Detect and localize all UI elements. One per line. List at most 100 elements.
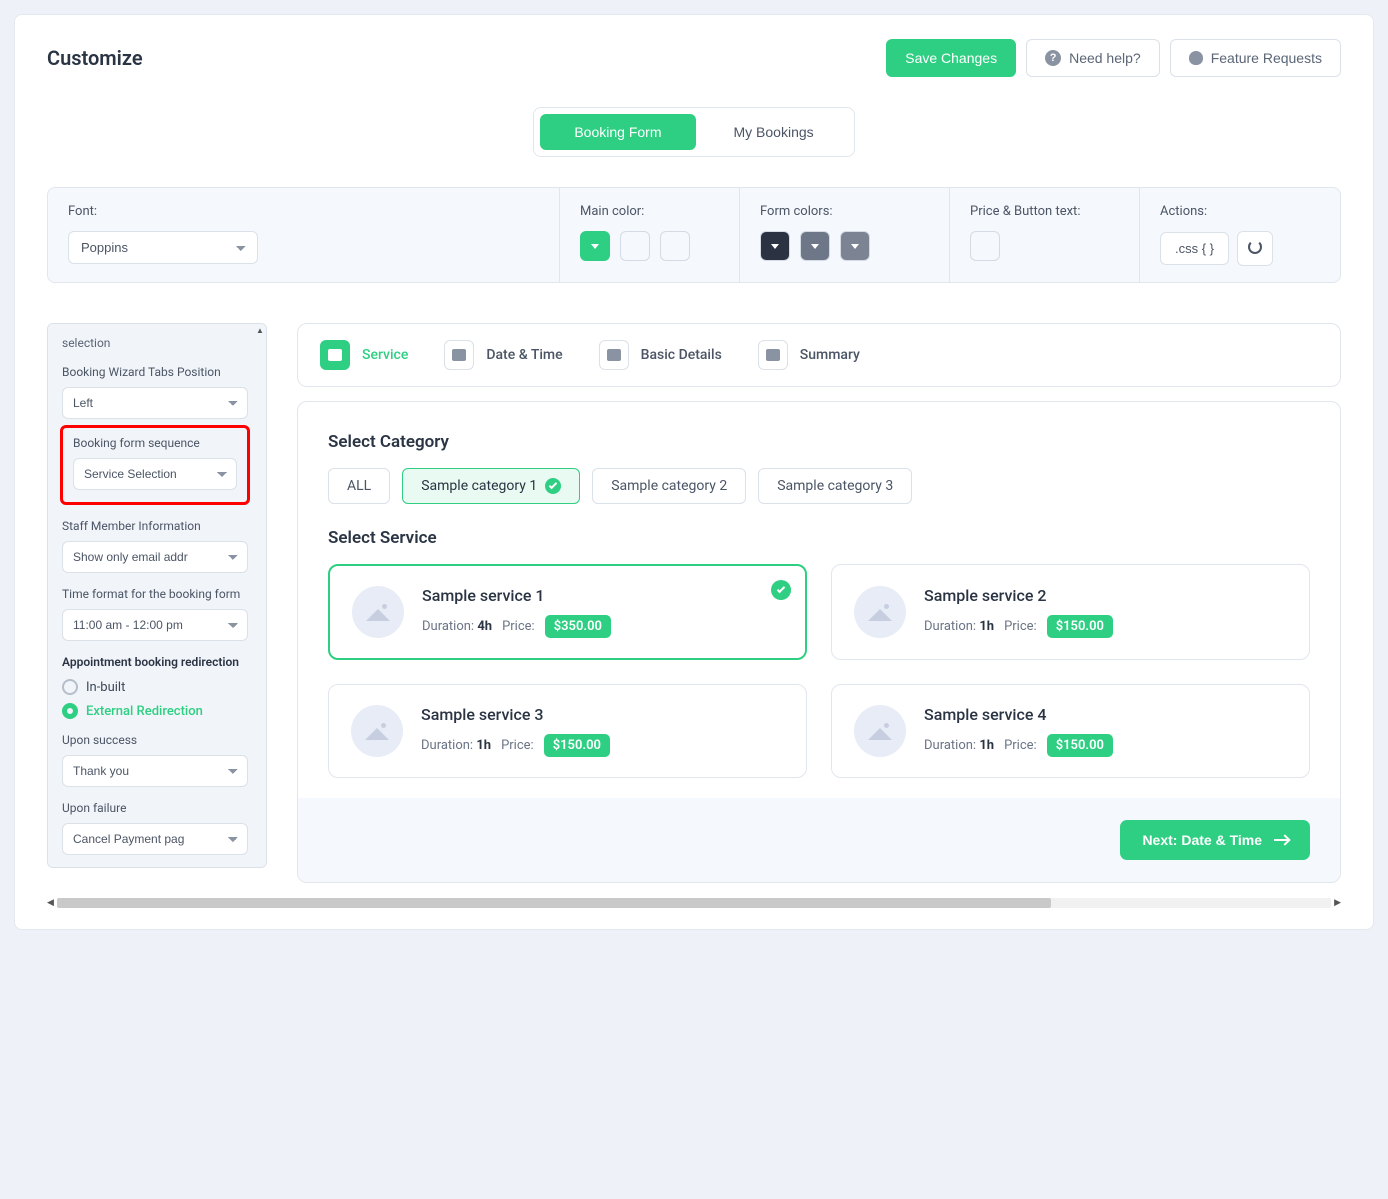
top-tab-switch: Booking Form My Bookings	[47, 107, 1341, 157]
font-select[interactable]: Poppins	[68, 231, 258, 264]
tab-booking-form[interactable]: Booking Form	[540, 114, 695, 150]
category-2[interactable]: Sample category 2	[592, 468, 746, 504]
sidebar[interactable]: ▲ selection Booking Wizard Tabs Position…	[47, 323, 267, 868]
step-summary-label: Summary	[800, 347, 860, 363]
arrow-right-icon	[1274, 839, 1288, 841]
main-color-swatch-2[interactable]	[620, 231, 650, 261]
sidebar-inner: selection Booking Wizard Tabs Position L…	[48, 324, 260, 868]
header-buttons: Save Changes ? Need help? Feature Reques…	[886, 39, 1341, 77]
service-info: Sample service 2 Duration: 1h Price: $15…	[924, 586, 1113, 638]
radio-icon	[62, 679, 78, 695]
staff-info-select[interactable]: Show only email addr	[62, 541, 248, 573]
scroll-up-icon[interactable]: ▲	[255, 325, 265, 335]
save-changes-button[interactable]: Save Changes	[886, 39, 1016, 77]
price-button-swatch[interactable]	[970, 231, 1000, 261]
tab-my-bookings[interactable]: My Bookings	[700, 114, 848, 150]
form-color-swatch-2[interactable]	[800, 231, 830, 261]
sequence-label: Booking form sequence	[73, 436, 237, 450]
upon-failure-select[interactable]: Cancel Payment pag	[62, 823, 248, 855]
upon-success-label: Upon success	[62, 733, 248, 747]
feature-requests-label: Feature Requests	[1211, 50, 1322, 66]
scroll-thumb[interactable]	[57, 898, 1051, 908]
check-icon	[771, 580, 791, 600]
price-button-cell: Price & Button text:	[950, 188, 1140, 282]
main-color-swatch-1[interactable]	[580, 231, 610, 261]
radio-external[interactable]: External Redirection	[62, 703, 248, 719]
category-1[interactable]: Sample category 1	[402, 468, 580, 504]
preview-footer: Next: Date & Time	[298, 798, 1340, 882]
step-basic-label: Basic Details	[641, 347, 722, 363]
select-category-title: Select Category	[328, 432, 1310, 452]
step-summary[interactable]: Summary	[758, 340, 860, 370]
category-row: ALL Sample category 1 Sample category 2 …	[328, 468, 1310, 504]
service-meta: Duration: 1h Price: $150.00	[421, 734, 610, 757]
step-service[interactable]: Service	[320, 340, 408, 370]
steps-bar: Service Date & Time Basic Details Summar…	[297, 323, 1341, 387]
upon-success-select[interactable]: Thank you	[62, 755, 248, 787]
next-button-label: Next: Date & Time	[1142, 832, 1262, 848]
refresh-icon	[1248, 240, 1262, 254]
category-all[interactable]: ALL	[328, 468, 390, 504]
scroll-track[interactable]	[57, 898, 1331, 908]
page-title: Customize	[47, 46, 143, 70]
check-icon	[545, 478, 561, 494]
time-format-select[interactable]: 11:00 am - 12:00 pm	[62, 609, 248, 641]
layout-row: ▲ selection Booking Wizard Tabs Position…	[47, 323, 1341, 883]
select-service-title: Select Service	[328, 528, 1310, 548]
price-tag: $150.00	[544, 734, 610, 757]
price-button-row	[970, 231, 1119, 261]
price-tag: $150.00	[1047, 734, 1113, 757]
summary-icon	[758, 340, 788, 370]
service-meta: Duration: 4h Price: $350.00	[422, 615, 611, 638]
sequence-select[interactable]: Service Selection	[73, 458, 237, 490]
font-label: Font:	[68, 204, 539, 219]
image-placeholder-icon	[854, 705, 906, 757]
need-help-button[interactable]: ? Need help?	[1026, 39, 1160, 77]
step-basic-details[interactable]: Basic Details	[599, 340, 722, 370]
scroll-left-icon[interactable]: ◀	[47, 898, 57, 908]
chevron-down-icon	[591, 244, 599, 249]
chevron-down-icon	[851, 244, 859, 249]
service-name: Sample service 4	[924, 705, 1113, 724]
css-button[interactable]: .css { }	[1160, 232, 1229, 265]
service-card-3[interactable]: Sample service 3 Duration: 1h Price: $15…	[328, 684, 807, 778]
horizontal-scrollbar[interactable]: ◀ ▶	[47, 897, 1341, 909]
step-service-label: Service	[362, 347, 408, 363]
settings-bar: Font: Poppins Main color: Form colors: P…	[47, 187, 1341, 283]
sidebar-truncated-text: selection	[62, 336, 110, 350]
form-colors-cell: Form colors:	[740, 188, 950, 282]
chevron-down-icon	[811, 244, 819, 249]
main-panel: Customize Save Changes ? Need help? Feat…	[14, 14, 1374, 930]
service-icon	[320, 340, 350, 370]
scroll-right-icon[interactable]: ▶	[1331, 898, 1341, 908]
step-datetime[interactable]: Date & Time	[444, 340, 562, 370]
price-tag: $150.00	[1047, 615, 1113, 638]
font-cell: Font: Poppins	[48, 188, 560, 282]
next-button[interactable]: Next: Date & Time	[1120, 820, 1310, 860]
bulb-icon	[1189, 51, 1203, 65]
chevron-down-icon	[771, 244, 779, 249]
upon-failure-label: Upon failure	[62, 801, 248, 815]
feature-requests-button[interactable]: Feature Requests	[1170, 39, 1341, 77]
form-color-swatch-1[interactable]	[760, 231, 790, 261]
category-3[interactable]: Sample category 3	[758, 468, 912, 504]
form-colors-label: Form colors:	[760, 204, 929, 219]
staff-info-label: Staff Member Information	[62, 519, 248, 533]
service-info: Sample service 4 Duration: 1h Price: $15…	[924, 705, 1113, 757]
service-name: Sample service 2	[924, 586, 1113, 605]
service-card-2[interactable]: Sample service 2 Duration: 1h Price: $15…	[831, 564, 1310, 660]
preview-body: Select Category ALL Sample category 1 Sa…	[297, 401, 1341, 883]
tabs-position-label: Booking Wizard Tabs Position	[62, 365, 248, 379]
service-card-4[interactable]: Sample service 4 Duration: 1h Price: $15…	[831, 684, 1310, 778]
tabs-position-select[interactable]: Left	[62, 387, 248, 419]
refresh-button[interactable]	[1237, 231, 1273, 266]
actions-label: Actions:	[1160, 204, 1320, 219]
category-1-label: Sample category 1	[421, 478, 537, 494]
main-color-swatch-3[interactable]	[660, 231, 690, 261]
help-icon: ?	[1045, 50, 1061, 66]
form-color-swatch-3[interactable]	[840, 231, 870, 261]
service-card-1[interactable]: Sample service 1 Duration: 4h Price: $35…	[328, 564, 807, 660]
tab-switch-inner: Booking Form My Bookings	[533, 107, 854, 157]
service-meta: Duration: 1h Price: $150.00	[924, 734, 1113, 757]
radio-inbuilt[interactable]: In-built	[62, 679, 248, 695]
